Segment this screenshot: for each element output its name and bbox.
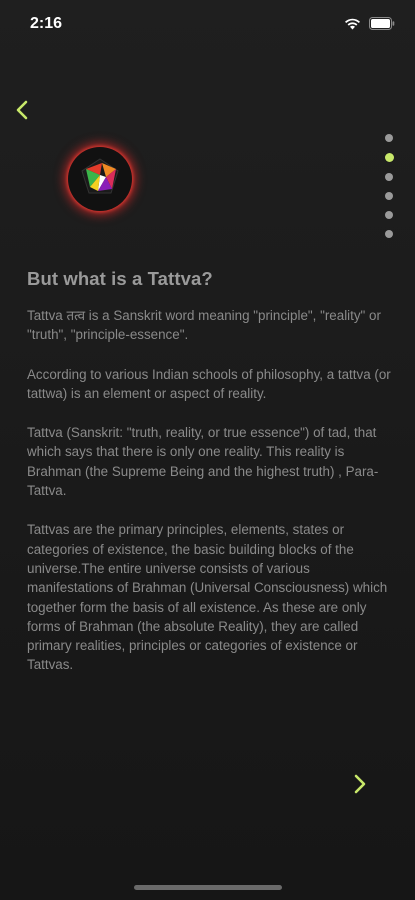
wifi-icon bbox=[344, 18, 361, 30]
article-paragraph: Tattvas are the primary principles, elem… bbox=[27, 522, 388, 673]
status-time: 2:16 bbox=[30, 15, 63, 32]
home-indicator[interactable] bbox=[134, 885, 282, 890]
status-icons bbox=[344, 17, 395, 30]
page-dot-active[interactable] bbox=[384, 153, 394, 162]
page-dot[interactable] bbox=[385, 230, 393, 238]
tattva-logo bbox=[68, 147, 132, 211]
chevron-right-icon bbox=[354, 774, 366, 799]
article-paragraph: According to various Indian schools of p… bbox=[27, 366, 391, 401]
article-paragraph: Tattva (Sanskrit: "truth, reality, or tr… bbox=[27, 425, 379, 499]
page-dot[interactable] bbox=[385, 211, 393, 219]
page-indicator bbox=[383, 134, 395, 238]
page-dot[interactable] bbox=[385, 173, 393, 181]
article-paragraph: Tattva तत्व is a Sanskrit word meaning "… bbox=[27, 308, 381, 343]
tattva-logo-icon bbox=[78, 155, 122, 204]
status-bar: 2:16 bbox=[0, 0, 415, 50]
battery-icon bbox=[369, 17, 395, 30]
next-button[interactable] bbox=[348, 772, 372, 800]
page-dot[interactable] bbox=[385, 192, 393, 200]
page-dot[interactable] bbox=[385, 134, 393, 142]
back-button[interactable] bbox=[10, 98, 34, 126]
chevron-left-icon bbox=[16, 100, 28, 125]
article-title: But what is a Tattva? bbox=[27, 268, 213, 289]
article: But what is a Tattva? Tattva तत्व is a S… bbox=[27, 268, 392, 695]
